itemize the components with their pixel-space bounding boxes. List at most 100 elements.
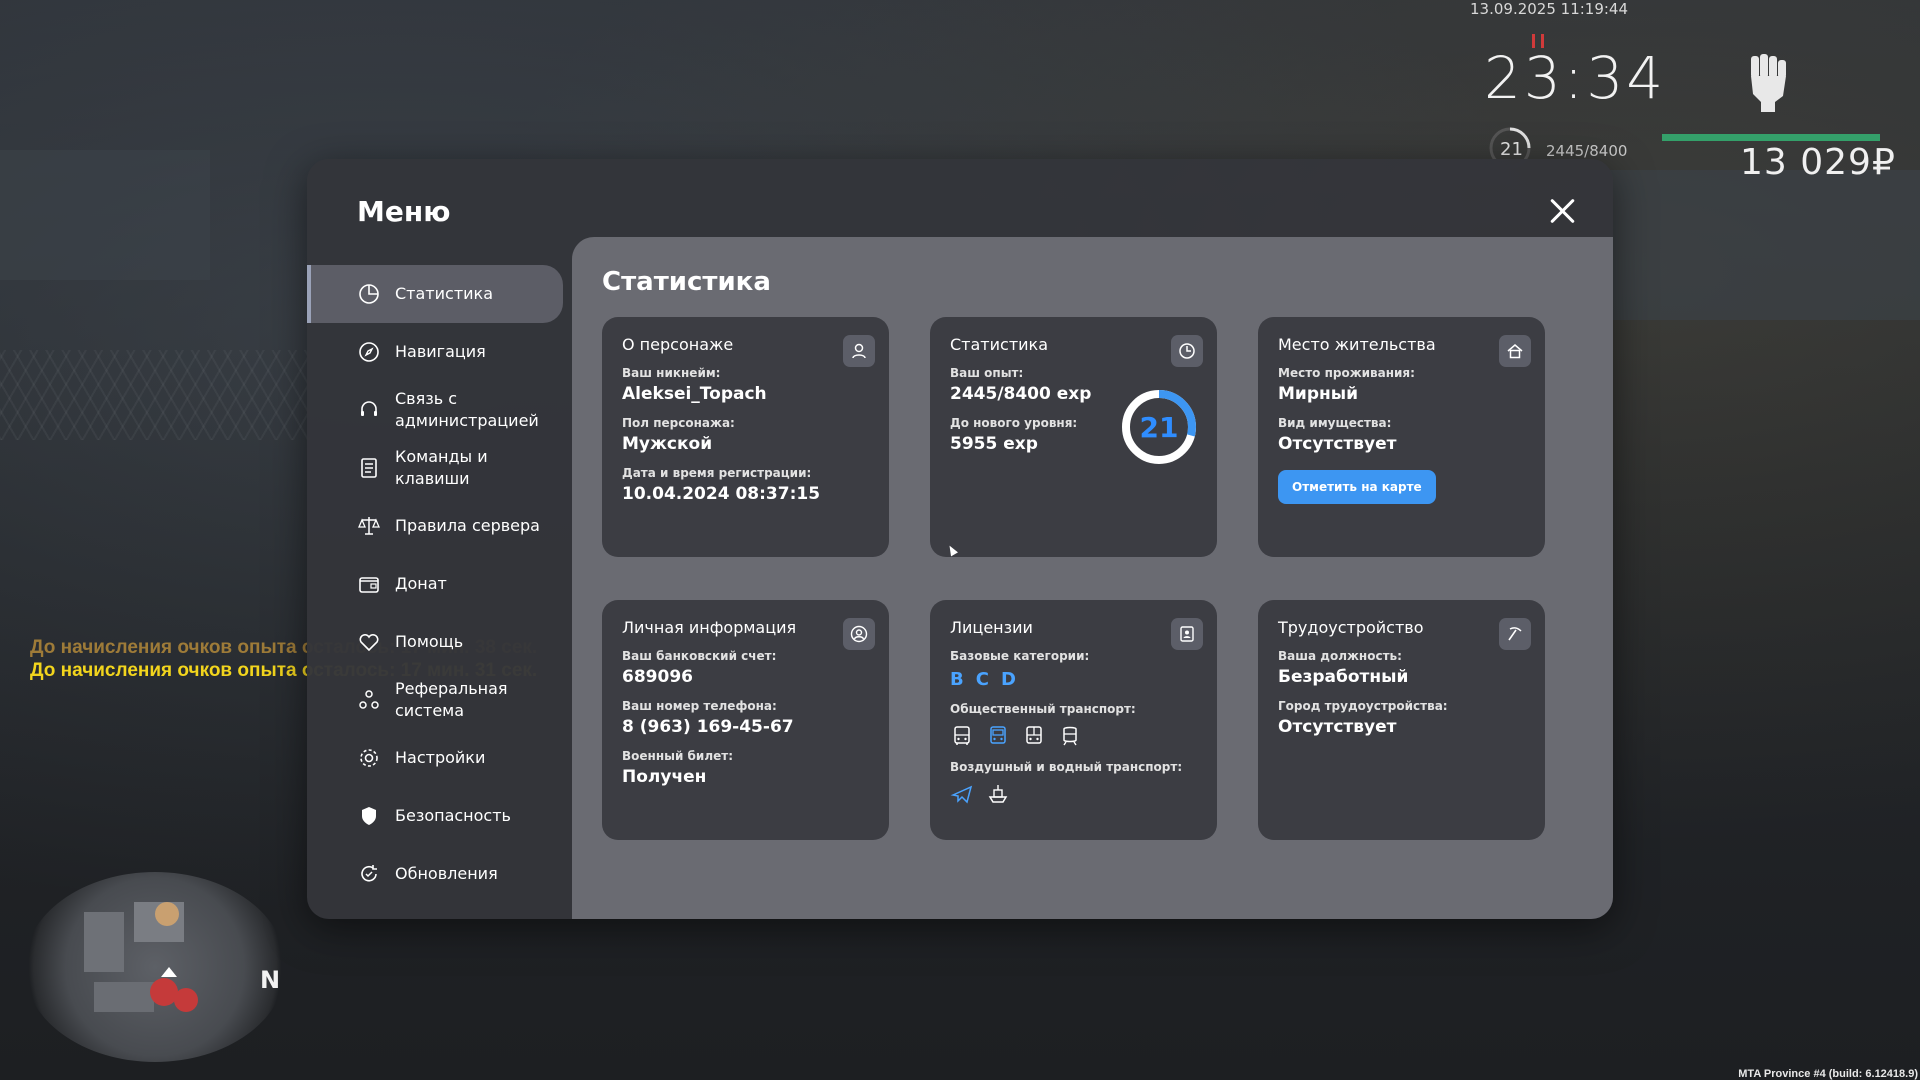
sidebar-item-updates[interactable]: Обновления (307, 845, 572, 903)
shield-icon (362, 807, 376, 825)
compass-icon (359, 342, 379, 362)
licenses-card: Лицензии Базовые категории: B C D Общест… (930, 600, 1217, 840)
sidebar-item-help[interactable]: Помощь (307, 613, 572, 671)
field-label: Военный билет: (622, 749, 734, 763)
category-d: D (1000, 669, 1016, 690)
sidebar-item-label: Статистика (395, 284, 493, 303)
sidebar-item-statistics[interactable]: Статистика (307, 265, 563, 323)
fist-icon (1751, 54, 1786, 112)
background-building-left (0, 150, 210, 280)
close-button[interactable] (1547, 195, 1579, 227)
stats-card: Статистика Ваш опыт: 2445/8400 exp До но… (930, 317, 1217, 557)
sidebar-item-referral[interactable]: Реферальная система (307, 671, 572, 729)
sidebar-item-security[interactable]: Безопасность (307, 787, 572, 845)
field-label: Ваш никнейм: (622, 366, 721, 380)
sidebar-item-label: Правила сервера (395, 516, 540, 535)
bus-icon (954, 726, 970, 745)
mouse-cursor-icon (946, 543, 958, 557)
sidebar-item-label: Команды и клавиши (395, 447, 488, 488)
sidebar-item-admin-contact[interactable]: Связь с администрацией (307, 381, 572, 439)
field-label: Пол персонажа: (622, 416, 735, 430)
license-categories: B C D (950, 669, 1197, 690)
field-label: Ваш банковский счет: (622, 649, 777, 663)
content-panel: Статистика О персонаже Ваш никнейм: Alek… (572, 237, 1613, 919)
sidebar-item-donate[interactable]: Донат (307, 555, 572, 613)
sidebar-item-settings[interactable]: Настройки (307, 729, 572, 787)
sidebar-item-label: Навигация (395, 342, 486, 361)
residence-value: Мирный (1278, 384, 1359, 404)
sidebar-item-commands[interactable]: Команды и клавиши (307, 439, 572, 497)
sidebar-item-label: Связь с администрацией (395, 389, 539, 430)
bank-account-value: 689096 (622, 667, 693, 687)
people-icon (359, 690, 379, 709)
sidebar-item-rules[interactable]: Правила сервера (307, 497, 572, 555)
residence-card: Место жительства Место проживания: Мирны… (1258, 317, 1545, 557)
sidebar: Статистика Навигация Связь с администрац… (307, 265, 572, 903)
sidebar-item-label: Обновления (395, 864, 498, 883)
hud-clock: 23:34 (1484, 44, 1667, 112)
employment-city-value: Отсутствует (1278, 717, 1397, 737)
scales-icon (358, 517, 380, 535)
sidebar-item-label: Безопасность (395, 806, 511, 825)
build-info: MTA Province #4 (build: 6.12418.9) (1738, 1068, 1918, 1080)
house-icon (1499, 335, 1531, 367)
hud-datetime: 13.09.2025 11:19:44 (1470, 0, 1629, 18)
menu-window: Меню Статистика Навигация Связь с админи… (307, 159, 1613, 919)
sidebar-item-label: Настройки (395, 748, 486, 767)
chart-icon (359, 284, 379, 304)
category-c: C (975, 669, 989, 690)
card-title: Статистика (950, 335, 1048, 354)
field-label: Дата и время регистрации: (622, 466, 812, 480)
card-title: Личная информация (622, 618, 797, 637)
minimap-map-icon (84, 902, 198, 1012)
category-b: B (950, 669, 964, 690)
card-title: Лицензии (950, 618, 1033, 637)
minimap-north-label: N (260, 966, 281, 994)
background-building-right (1580, 170, 1920, 320)
sidebar-item-label: Донат (395, 574, 447, 593)
field-label: Город трудоустройства: (1278, 699, 1448, 713)
field-label: Место проживания: (1278, 366, 1415, 380)
mark-on-map-button[interactable]: Отметить на карте (1278, 470, 1436, 504)
sidebar-item-navigation[interactable]: Навигация (307, 323, 572, 381)
plane-icon (950, 785, 973, 804)
background-fence (0, 350, 310, 440)
property-value: Отсутствует (1278, 434, 1397, 454)
employment-card: Трудоустройство Ваша должность: Безработ… (1258, 600, 1545, 840)
health-bar (1662, 134, 1880, 141)
air-water-transport-icons (950, 782, 1197, 806)
hud-money: 13 029₽ (1740, 142, 1896, 183)
minimap[interactable] (24, 872, 286, 1062)
sidebar-item-label: Реферальная система (395, 679, 508, 720)
trolleybus-icon (990, 726, 1006, 744)
field-label: Ваш опыт: (950, 366, 1024, 380)
list-icon (361, 458, 377, 478)
gear-icon (360, 749, 378, 767)
field-label: Общественный транспорт: (950, 702, 1136, 716)
wallet-icon (359, 577, 379, 593)
hud-exp: 2445/8400 (1546, 142, 1628, 160)
character-card: О персонаже Ваш никнейм: Aleksei_Topach … (602, 317, 889, 557)
field-label: Базовые категории: (950, 649, 1090, 663)
card-title: Трудоустройство (1278, 618, 1424, 637)
pickaxe-icon (1499, 618, 1531, 650)
metro-icon (1063, 726, 1077, 746)
nickname-value: Aleksei_Topach (622, 384, 767, 404)
menu-title: Меню (357, 195, 451, 228)
registration-value: 10.04.2024 08:37:15 (622, 484, 821, 504)
clock-icon (1171, 335, 1203, 367)
gender-value: Мужской (622, 434, 713, 454)
public-transport-icons (950, 724, 1197, 748)
field-label: Ваш номер телефона: (622, 699, 777, 713)
heart-hands-icon (359, 633, 379, 652)
personal-info-card: Личная информация Ваш банковский счет: 6… (602, 600, 889, 840)
content-title: Статистика (602, 267, 771, 297)
card-title: О персонаже (622, 335, 734, 354)
license-icon (1171, 618, 1203, 650)
card-title: Место жительства (1278, 335, 1436, 354)
headset-icon (361, 401, 377, 416)
phone-value: 8 (963) 169-45-67 (622, 717, 794, 737)
profile-circle-icon (843, 618, 875, 650)
military-id-value: Получен (622, 767, 707, 787)
field-label: Вид имущества: (1278, 416, 1392, 430)
